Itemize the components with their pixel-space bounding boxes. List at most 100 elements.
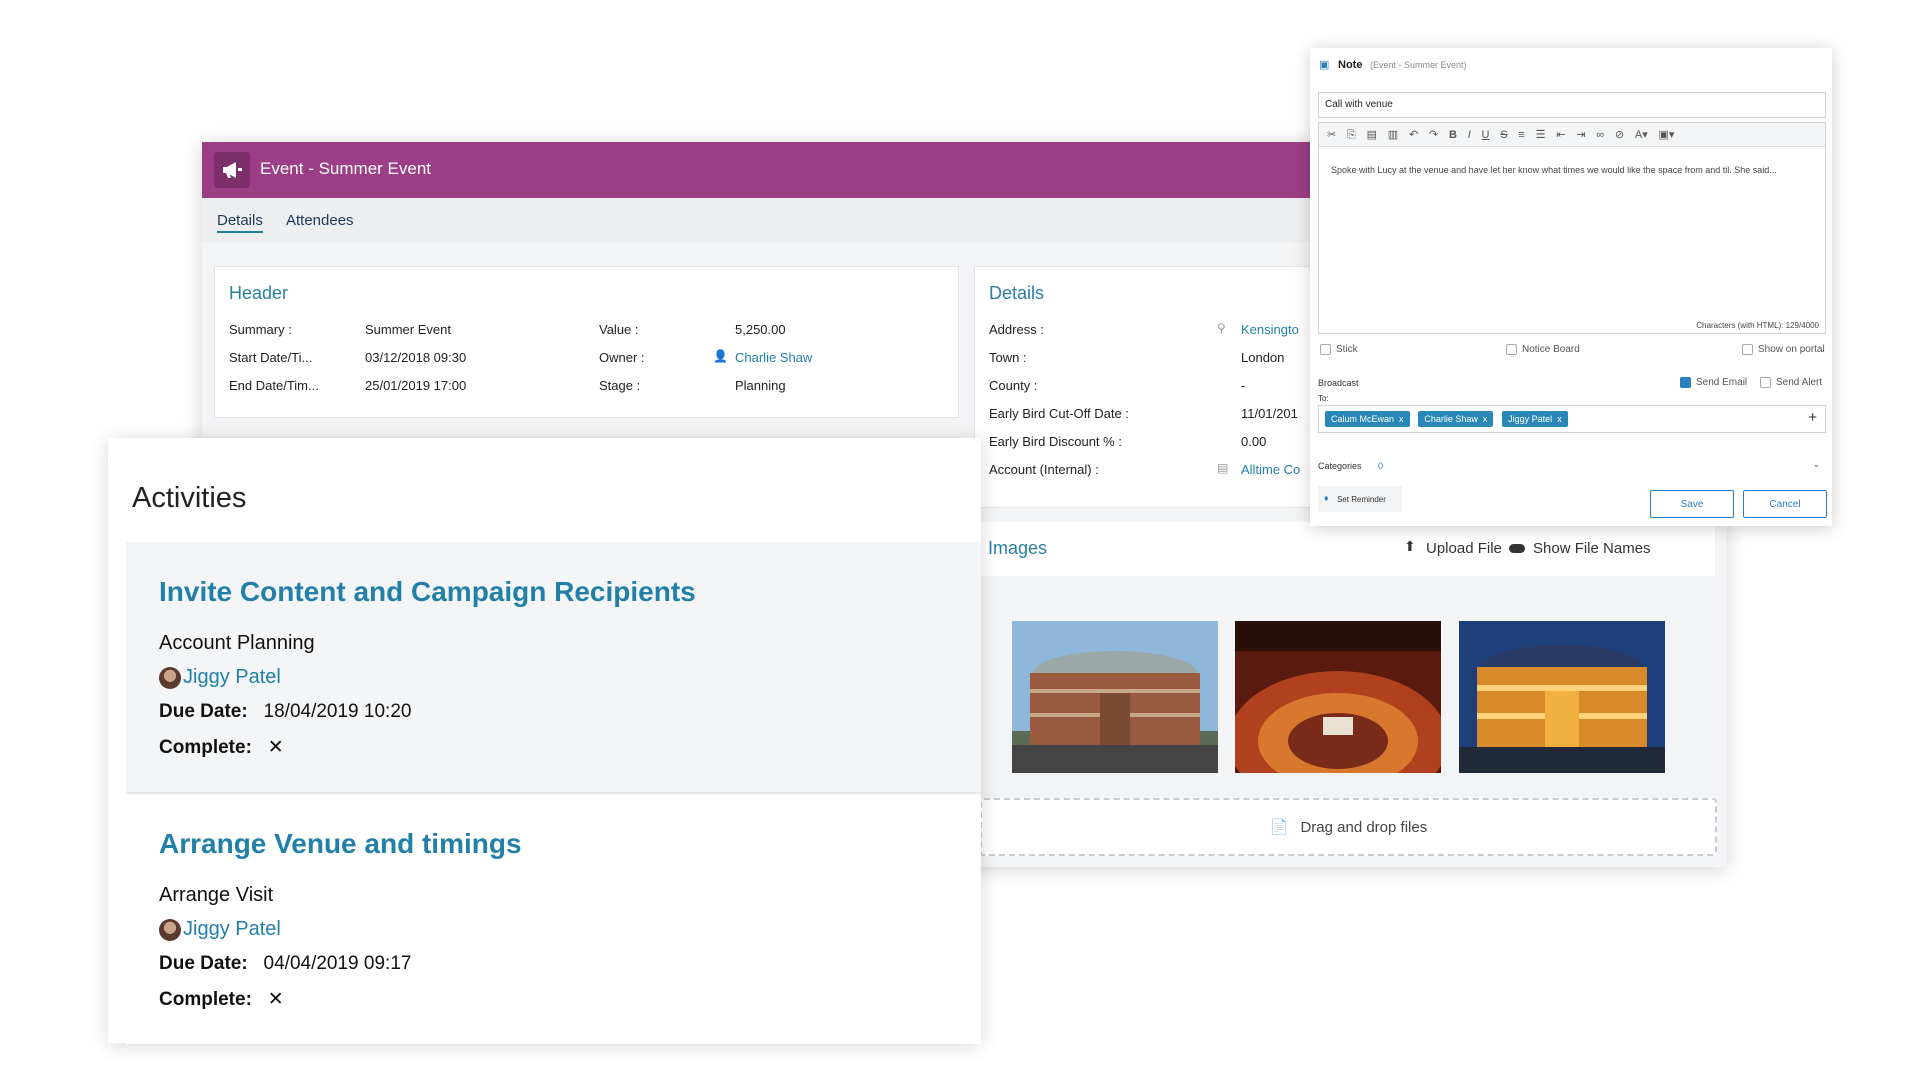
underline-icon[interactable]: U <box>1482 129 1490 141</box>
indent-icon[interactable]: ⇥ <box>1576 128 1585 141</box>
images-panel-title: Images <box>988 538 1048 558</box>
account-link[interactable]: Alltime Co <box>1241 462 1300 477</box>
copy-icon[interactable]: ⎘ <box>1347 129 1356 142</box>
cutoff-value: 11/01/201 <box>1241 406 1298 421</box>
event-title: Event - Summer Event <box>260 159 432 178</box>
activity-user[interactable]: Jiggy Patel <box>159 918 281 941</box>
numbered-list-icon[interactable]: ≡ <box>1518 129 1524 141</box>
set-reminder-button[interactable]: ♦ Set Reminder <box>1318 486 1402 512</box>
categories-label[interactable]: Categories <box>1318 461 1362 471</box>
building-icon: ▤ <box>1217 461 1229 475</box>
venue-exterior-image[interactable] <box>1012 621 1218 773</box>
recipient-tag[interactable]: Charlie Shaw x <box>1418 411 1494 427</box>
header-panel: Header Summary : Summer Event Start Date… <box>214 266 959 418</box>
note-context: (Event - Summer Event) <box>1370 60 1467 70</box>
account-label: Account (Internal) : <box>989 462 1099 477</box>
checkbox-box[interactable] <box>1760 377 1771 388</box>
recipient-tag[interactable]: Calum McEwan x <box>1325 411 1410 427</box>
italic-icon[interactable]: I <box>1468 129 1471 141</box>
address-link[interactable]: Kensingto <box>1241 322 1299 337</box>
tab-details[interactable]: Details <box>217 212 263 233</box>
activity-title[interactable]: Arrange Venue and timings <box>159 828 522 860</box>
send-email-checkbox[interactable]: Send Email <box>1680 377 1747 388</box>
stage-value: Planning <box>735 378 786 393</box>
show-portal-checkbox[interactable]: Show on portal <box>1742 344 1825 355</box>
stick-checkbox[interactable]: Stick <box>1320 344 1358 355</box>
activity-complete: Complete: ✕ <box>159 736 284 759</box>
bold-icon[interactable]: B <box>1449 129 1457 141</box>
start-date-value: 03/12/2018 09:30 <box>365 350 467 365</box>
summary-value: Summer Event <box>365 322 451 337</box>
owner-link[interactable]: Charlie Shaw <box>735 350 812 365</box>
address-label: Address : <box>989 322 1044 337</box>
background-color-icon[interactable]: ▣▾ <box>1659 128 1675 141</box>
complete-cross-icon: ✕ <box>267 737 284 758</box>
strikethrough-icon[interactable]: S <box>1500 129 1507 141</box>
checkbox-box[interactable] <box>1680 377 1691 388</box>
tab-attendees[interactable]: Attendees <box>286 212 354 229</box>
note-editor[interactable]: ✂ ⎘ ▤ ▥ ↶ ↷ B I U S ≡ ☰ ⇤ ⇥ ∞ ⊘ A▾ ▣▾ Sp… <box>1318 122 1826 334</box>
upload-file-button[interactable]: Upload File <box>1426 540 1502 557</box>
activity-user-name[interactable]: Jiggy Patel <box>183 666 281 689</box>
broadcast-label: Broadcast <box>1318 378 1359 388</box>
chevron-down-icon[interactable]: ⌄ <box>1812 459 1820 470</box>
categories-count: 0 <box>1378 461 1384 471</box>
paste-text-icon[interactable]: ▥ <box>1388 128 1398 141</box>
activity-user-name[interactable]: Jiggy Patel <box>183 918 281 941</box>
venue-interior-image[interactable] <box>1235 621 1441 773</box>
activity-card[interactable]: Arrange Venue and timings Arrange Visit … <box>126 794 981 1044</box>
owner-label: Owner : <box>599 350 645 365</box>
recipients-input[interactable]: Calum McEwan x Charlie Shaw x Jiggy Pate… <box>1318 405 1826 433</box>
activity-due: Due Date: 04/04/2019 09:17 <box>159 953 411 975</box>
outdent-icon[interactable]: ⇤ <box>1556 128 1565 141</box>
file-icon: 📄 <box>1269 819 1289 836</box>
redo-icon[interactable]: ↷ <box>1429 128 1438 141</box>
paste-icon[interactable]: ▤ <box>1367 128 1377 141</box>
recipient-tags: Calum McEwan x Charlie Shaw x Jiggy Pate… <box>1325 411 1574 427</box>
venue-night-image[interactable] <box>1459 621 1665 773</box>
checkbox-box[interactable] <box>1320 344 1331 355</box>
bullet-list-icon[interactable]: ☰ <box>1536 128 1546 141</box>
notice-board-label: Notice Board <box>1522 344 1580 355</box>
checkbox-box[interactable] <box>1742 344 1753 355</box>
activity-complete: Complete: ✕ <box>159 988 284 1011</box>
set-reminder-label: Set Reminder <box>1337 495 1386 504</box>
activities-panel: Activities Invite Content and Campaign R… <box>108 438 981 1044</box>
text-color-icon[interactable]: A▾ <box>1635 128 1648 141</box>
send-alert-checkbox[interactable]: Send Alert <box>1760 377 1822 388</box>
subject-value: Call with venue <box>1325 99 1393 110</box>
toggle-icon[interactable] <box>1509 544 1525 553</box>
activities-title: Activities <box>132 482 247 514</box>
cut-icon[interactable]: ✂ <box>1327 128 1336 141</box>
unlink-icon[interactable]: ⊘ <box>1615 128 1624 141</box>
images-panel: Images ⬆ Upload File Show File Names <box>974 522 1715 802</box>
add-recipient-icon[interactable]: + <box>1808 409 1817 426</box>
recipient-tag[interactable]: Jiggy Patel x <box>1502 411 1568 427</box>
activity-card[interactable]: Invite Content and Campaign Recipients A… <box>126 542 981 792</box>
summary-label: Summary : <box>229 322 292 337</box>
end-date-label: End Date/Tim... <box>229 378 319 393</box>
county-label: County : <box>989 378 1038 393</box>
person-icon: 👤 <box>713 349 728 363</box>
drag-drop-zone[interactable]: 📄 Drag and drop files <box>980 798 1717 856</box>
undo-icon[interactable]: ↶ <box>1409 128 1418 141</box>
town-label: Town : <box>989 350 1027 365</box>
activity-subtitle: Arrange Visit <box>159 884 274 906</box>
send-email-label: Send Email <box>1696 377 1748 388</box>
activity-title[interactable]: Invite Content and Campaign Recipients <box>159 576 696 608</box>
subject-input[interactable]: Call with venue <box>1318 92 1826 118</box>
notice-board-checkbox[interactable]: Notice Board <box>1506 344 1580 355</box>
save-button[interactable]: Save <box>1650 490 1734 518</box>
link-icon[interactable]: ∞ <box>1596 129 1604 141</box>
activity-user[interactable]: Jiggy Patel <box>159 666 281 689</box>
cancel-button[interactable]: Cancel <box>1743 490 1827 518</box>
upload-icon: ⬆ <box>1404 538 1416 554</box>
bell-icon: ♦ <box>1324 493 1329 503</box>
show-file-names-toggle[interactable]: Show File Names <box>1533 540 1651 557</box>
activity-due: Due Date: 18/04/2019 10:20 <box>159 701 411 723</box>
checkbox-box[interactable] <box>1506 344 1517 355</box>
editor-toolbar: ✂ ⎘ ▤ ▥ ↶ ↷ B I U S ≡ ☰ ⇤ ⇥ ∞ ⊘ A▾ ▣▾ <box>1319 123 1825 147</box>
cutoff-label: Early Bird Cut-Off Date : <box>989 406 1129 421</box>
to-label: To: <box>1318 394 1329 403</box>
details-panel-title: Details <box>989 283 1045 303</box>
